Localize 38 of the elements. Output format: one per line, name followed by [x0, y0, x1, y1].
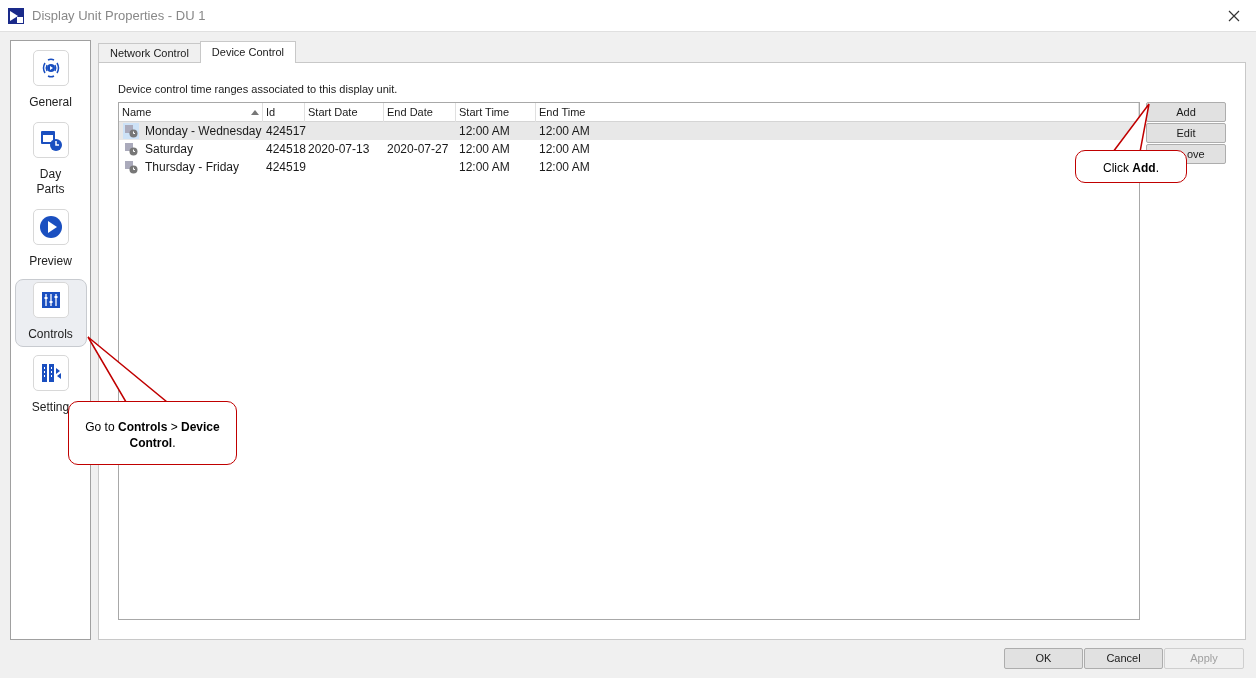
tab[interactable]: Device Control	[199, 41, 296, 63]
table-cell-text: Monday - Wednesday	[145, 123, 262, 140]
table-row[interactable]: Thursday - Friday 424519 12:00 AM 12:00 AM	[119, 158, 593, 176]
close-icon[interactable]	[1228, 9, 1240, 22]
window-title: Display Unit Properties - DU 1	[32, 6, 206, 25]
callout-text: Go to Controls > Device Control.	[68, 401, 237, 465]
table-cell-text: 424519	[266, 159, 307, 176]
tab[interactable]: Network Control	[98, 43, 200, 62]
sort-up-icon	[251, 110, 259, 115]
table-row[interactable]: Saturday 424518 2020-07-13 2020-07-27 12:00 AM 12:00 AM	[119, 140, 593, 158]
table-cell-text: 12:00 AM	[459, 159, 510, 176]
sidebar-item[interactable]: General	[14, 48, 87, 114]
table-cell-text: 12:00 AM	[539, 159, 590, 176]
description-text: Device control time ranges associated to this display unit.	[118, 83, 399, 96]
table-cell-text: 424518	[266, 141, 307, 158]
schedule-icon	[123, 123, 139, 139]
sidebar-item[interactable]: Preview	[14, 207, 87, 273]
table-cell-text: 12:00 AM	[459, 141, 510, 158]
sidebar-item[interactable]: Day Parts	[14, 120, 87, 201]
callout-text: Click Add.	[1075, 150, 1187, 183]
table-cell-text: 12:00 AM	[539, 141, 590, 158]
app-logo-icon	[8, 7, 24, 24]
table-cell-text: Saturday	[145, 141, 194, 158]
calendar-clock-icon	[38, 128, 63, 152]
action-button[interactable]: Add	[1146, 102, 1226, 122]
table-cell-text: 2020-07-13	[308, 141, 370, 158]
table-cell-text: 424517	[266, 123, 307, 140]
dialog-button[interactable]: Cancel	[1084, 648, 1163, 669]
schedule-icon	[123, 141, 139, 157]
table-cell-text: Thursday - Friday	[145, 159, 240, 176]
table-cell-text: 12:00 AM	[459, 123, 510, 140]
table-cell-text: 2020-07-27	[387, 141, 449, 158]
schedule-icon	[123, 159, 139, 175]
play-icon	[38, 215, 63, 239]
dialog-button[interactable]: OK	[1004, 648, 1083, 669]
table-cell-text: 12:00 AM	[539, 123, 590, 140]
action-button[interactable]: Edit	[1146, 123, 1226, 143]
sidebar-item[interactable]: Controls	[14, 279, 87, 347]
